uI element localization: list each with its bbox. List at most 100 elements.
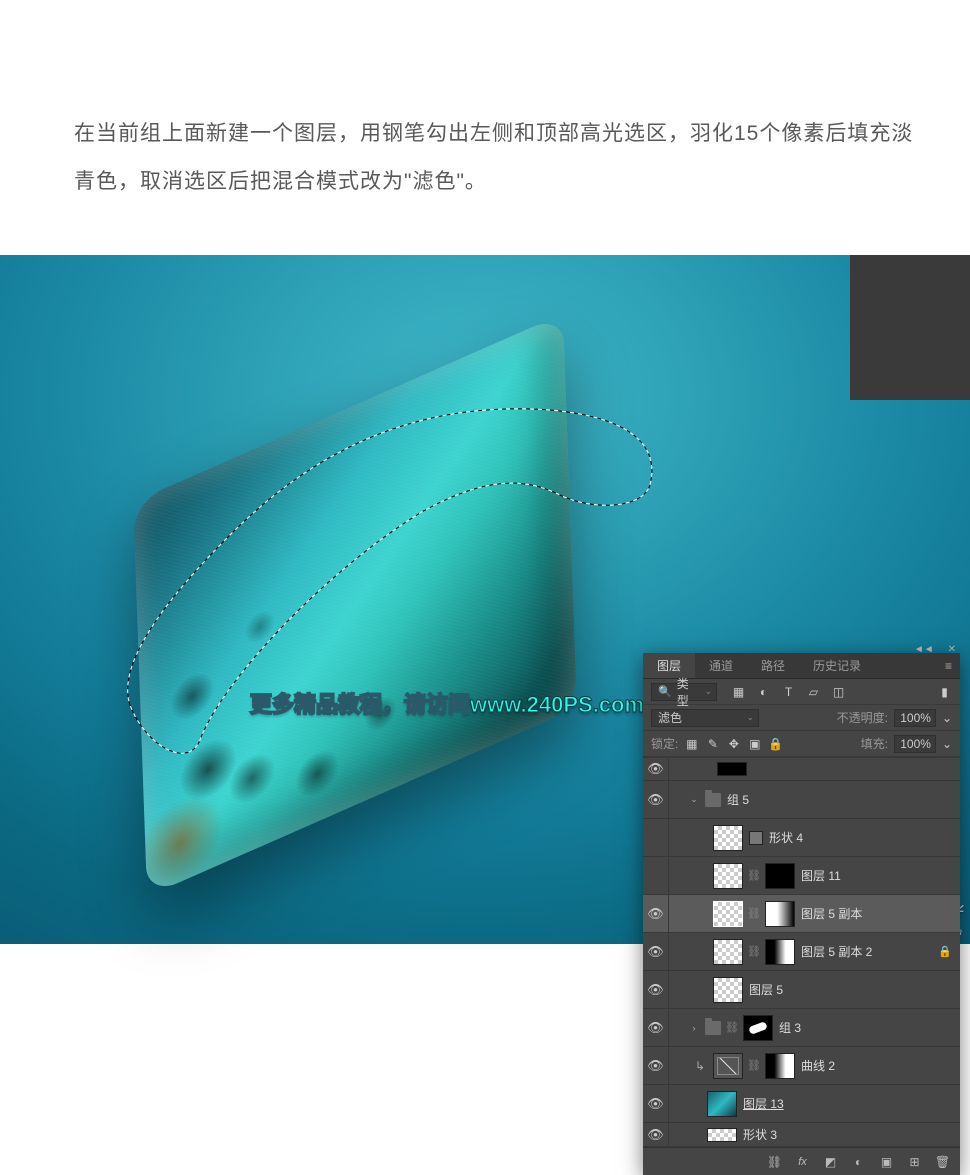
layer-name[interactable]: 形状 4 xyxy=(769,829,803,846)
fx-icon[interactable]: fx xyxy=(795,1154,810,1169)
layer-row-shape4[interactable]: 形状 4 xyxy=(643,819,960,857)
lock-position-icon[interactable]: ✥ xyxy=(726,736,741,751)
layer-row-layer11[interactable]: ⛓ 图层 11 xyxy=(643,857,960,895)
lock-label: 锁定: xyxy=(651,735,678,752)
layer-thumb xyxy=(713,863,743,889)
filter-adjust-icon[interactable]: ◐ xyxy=(756,684,771,699)
caption-text: 更多精品教程，请访问 www.240PS.com xyxy=(250,687,644,719)
mask-link-icon[interactable]: ⛓ xyxy=(749,939,759,965)
fill-stepper[interactable]: ⌄ xyxy=(942,737,952,751)
visibility-toggle[interactable]: 👁 xyxy=(643,1085,669,1122)
lock-transparency-icon[interactable]: ▦ xyxy=(684,736,699,751)
layer-row-partial-bottom[interactable]: 👁 形状 3 xyxy=(643,1123,960,1147)
blend-mode-select[interactable]: 滤色 ⌄ xyxy=(651,709,759,727)
visibility-toggle[interactable]: 👁 xyxy=(643,933,669,970)
panel-collapse-bar[interactable]: ◄◄✕ xyxy=(914,644,956,655)
mask-link-icon[interactable]: ⛓ xyxy=(749,901,759,927)
layer-row-partial-top[interactable]: 👁 xyxy=(643,757,960,781)
mask-thumb xyxy=(765,939,795,965)
lock-icon[interactable]: 🔒 xyxy=(938,945,952,958)
visibility-toggle[interactable]: 👁 xyxy=(643,1123,669,1146)
layers-panel: ◄◄✕ 图层 通道 路径 历史记录 ≡ 🔍 类型 ⌄ ▦ ◐ T ▱ ◫ ▮ xyxy=(643,653,960,1175)
visibility-toggle[interactable] xyxy=(643,819,669,856)
layer-row-group5[interactable]: 👁 ⌄ 组 5 xyxy=(643,781,960,819)
layer-thumb xyxy=(713,977,743,1003)
layer-list: 👁 👁 ⌄ 组 5 形状 4 xyxy=(643,757,960,1147)
fill-input[interactable]: 100% xyxy=(894,735,936,753)
layer-thumb xyxy=(713,901,743,927)
new-adjustment-icon[interactable]: ◐ xyxy=(851,1154,866,1169)
visibility-toggle[interactable]: 👁 xyxy=(643,895,669,932)
opacity-stepper[interactable]: ⌄ xyxy=(942,711,952,725)
fill-label: 填充: xyxy=(861,735,888,752)
mask-thumb xyxy=(765,1053,795,1079)
filter-row: 🔍 类型 ⌄ ▦ ◐ T ▱ ◫ ▮ xyxy=(643,679,960,705)
filter-type-icon[interactable]: T xyxy=(781,684,796,699)
visibility-toggle[interactable]: 👁 xyxy=(643,781,669,818)
lock-artboard-icon[interactable]: ▣ xyxy=(747,736,762,751)
opacity-input[interactable]: 100% xyxy=(894,709,936,727)
folder-icon xyxy=(705,793,721,807)
layer-name[interactable]: 形状 3 xyxy=(743,1126,777,1143)
mask-thumb xyxy=(765,901,795,927)
mask-link-icon[interactable]: ⛓ xyxy=(727,1015,737,1041)
layer-row-group3[interactable]: 👁 › ⛓ 组 3 xyxy=(643,1009,960,1047)
layer-row-layer13[interactable]: 👁 图层 13 xyxy=(643,1085,960,1123)
layer-name[interactable]: 图层 5 副本 xyxy=(801,905,862,922)
layer-name[interactable]: 图层 11 xyxy=(801,867,841,884)
instruction-text: 在当前组上面新建一个图层，用钢笔勾出左侧和顶部高光选区，羽化15个像素后填充淡青… xyxy=(74,110,930,207)
tab-history[interactable]: 历史记录 xyxy=(799,653,875,678)
layer-row-curves2[interactable]: 👁 ↳ ⛓ 曲线 2 xyxy=(643,1047,960,1085)
group-twist-icon[interactable]: › xyxy=(689,1023,699,1033)
layer-name[interactable]: 曲线 2 xyxy=(801,1057,835,1074)
adjustment-thumb xyxy=(713,1053,743,1079)
visibility-toggle[interactable]: 👁 xyxy=(643,1009,669,1046)
filter-type-label: 类型 xyxy=(677,675,700,709)
add-mask-icon[interactable]: ◩ xyxy=(823,1154,838,1169)
canvas-area: 更多精品教程，请访问 www.240PS.com PS 爱好者 www.psah… xyxy=(0,255,970,944)
layer-row-layer5copy2[interactable]: 👁 ⛓ 图层 5 副本 2 🔒 xyxy=(643,933,960,971)
tab-paths[interactable]: 路径 xyxy=(747,653,799,678)
filter-toggle-icon[interactable]: ▮ xyxy=(937,684,952,699)
phone-body xyxy=(133,314,577,897)
filter-pixel-icon[interactable]: ▦ xyxy=(731,684,746,699)
phone-edge-highlight xyxy=(133,314,577,897)
lock-row: 锁定: ▦ ✎ ✥ ▣ 🔒 填充: 100% ⌄ xyxy=(643,731,960,757)
lock-paint-icon[interactable]: ✎ xyxy=(705,736,720,751)
mask-thumb xyxy=(765,863,795,889)
layer-row-layer5[interactable]: 👁 图层 5 xyxy=(643,971,960,1009)
caption-part1: 更多精品教程，请访问 xyxy=(250,687,470,719)
panel-menu-icon[interactable]: ≡ xyxy=(937,653,960,678)
mask-link-icon[interactable]: ⛓ xyxy=(749,1053,759,1079)
link-layers-icon[interactable]: ⛓ xyxy=(767,1154,782,1169)
folder-icon xyxy=(705,1021,721,1035)
layer-row-layer5copy[interactable]: 👁 ⛓ 图层 5 副本 xyxy=(643,895,960,933)
layer-name[interactable]: 组 5 xyxy=(727,791,749,808)
blend-mode-value: 滤色 xyxy=(658,709,682,726)
delete-layer-icon[interactable]: 🗑 xyxy=(935,1154,950,1169)
group-twist-icon[interactable]: ⌄ xyxy=(689,794,699,805)
new-layer-icon[interactable]: ⊞ xyxy=(907,1154,922,1169)
caption-part2: www.240PS.com xyxy=(470,692,644,718)
layer-filter-type[interactable]: 🔍 类型 ⌄ xyxy=(651,683,717,701)
tab-channels[interactable]: 通道 xyxy=(695,653,747,678)
new-group-icon[interactable]: ▣ xyxy=(879,1154,894,1169)
layer-name[interactable]: 组 3 xyxy=(779,1019,801,1036)
layer-name[interactable]: 图层 5 xyxy=(749,981,783,998)
visibility-toggle[interactable] xyxy=(643,857,669,894)
lock-all-icon[interactable]: 🔒 xyxy=(768,736,783,751)
mask-link-icon[interactable]: ⛓ xyxy=(749,863,759,889)
layer-name[interactable]: 图层 13 xyxy=(743,1095,784,1112)
layer-thumb xyxy=(707,1128,737,1142)
panel-footer: ⛓ fx ◩ ◐ ▣ ⊞ 🗑 xyxy=(643,1147,960,1175)
visibility-toggle[interactable]: 👁 xyxy=(643,971,669,1008)
visibility-toggle[interactable]: 👁 xyxy=(643,758,669,780)
opacity-label: 不透明度: xyxy=(837,709,888,726)
mask-thumb xyxy=(743,1015,773,1041)
filter-shape-icon[interactable]: ▱ xyxy=(806,684,821,699)
shape-badge-icon xyxy=(749,831,763,845)
layer-name[interactable]: 图层 5 副本 2 xyxy=(801,943,872,960)
filter-smart-icon[interactable]: ◫ xyxy=(831,684,846,699)
visibility-toggle[interactable]: 👁 xyxy=(643,1047,669,1084)
artwork-phone xyxy=(50,335,610,865)
